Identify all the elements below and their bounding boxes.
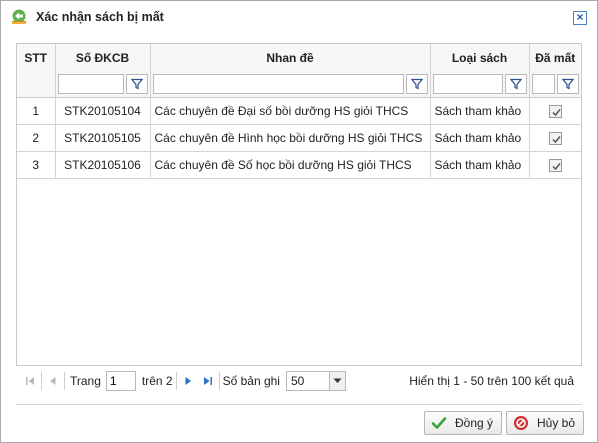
checkmark-icon: [552, 108, 561, 116]
lost-filter-button[interactable]: [557, 74, 579, 95]
column-header-lost[interactable]: Đã mất: [529, 44, 581, 72]
type-filter-input[interactable]: [432, 74, 503, 95]
title-filter-button[interactable]: [405, 74, 428, 95]
header-row: STT Số ĐKCB Nhan đề Loại sách Đã mất: [17, 44, 581, 72]
separator: [41, 371, 42, 390]
row-lost-cell: [529, 124, 581, 152]
first-page-icon[interactable]: [22, 373, 38, 389]
prev-page-icon[interactable]: [45, 373, 61, 389]
page-size-value: 50: [290, 373, 305, 388]
table-row[interactable]: 1 STK20105104 Các chuyên đề Đại số bồi d…: [17, 97, 581, 125]
table-row[interactable]: 2 STK20105105 Các chuyên đề Hình học bồi…: [17, 124, 581, 152]
dialog-title: Xác nhận sách bị mất: [36, 10, 164, 24]
page-size-select[interactable]: 50: [285, 370, 346, 391]
column-header-title[interactable]: Nhan đề: [150, 44, 431, 72]
filter-cell-code: [55, 72, 151, 98]
separator: [218, 371, 220, 390]
row-type: Sách tham khảo: [430, 124, 530, 152]
next-page-icon[interactable]: [180, 373, 196, 389]
filter-cell-title: [150, 72, 431, 98]
confirm-button[interactable]: Đồng ý: [424, 411, 503, 435]
filter-cell-type: [430, 72, 530, 98]
last-page-icon[interactable]: [200, 373, 216, 389]
lost-checkbox[interactable]: [548, 131, 562, 145]
checkmark-icon: [552, 135, 561, 143]
page-number-input[interactable]: [105, 370, 136, 391]
row-code: STK20105104: [55, 97, 151, 125]
row-stt: 3: [17, 151, 56, 179]
filter-icon: [410, 79, 423, 90]
checkmark-icon: [431, 415, 447, 431]
close-icon: ×: [576, 10, 584, 24]
book-grid: STT Số ĐKCB Nhan đề Loại sách Đã mất 1 S…: [16, 43, 582, 395]
row-title: Các chuyên đề Hình học bồi dưỡng HS giỏi…: [150, 124, 431, 152]
row-type: Sách tham khảo: [430, 151, 530, 179]
lost-book-dialog: Xác nhận sách bị mất × STT Số ĐKCB Nhan …: [0, 0, 598, 443]
filter-cell-stt: [17, 72, 56, 98]
dialog-titlebar: Xác nhận sách bị mất ×: [1, 1, 597, 33]
separator: [175, 371, 177, 390]
row-stt: 2: [17, 124, 56, 152]
code-filter-button[interactable]: [125, 74, 148, 95]
lost-checkbox[interactable]: [548, 104, 562, 118]
lost-filter-input[interactable]: [531, 74, 555, 95]
row-lost-cell: [529, 151, 581, 179]
column-header-code[interactable]: Số ĐKCB: [55, 44, 151, 72]
filter-icon: [509, 79, 522, 90]
row-lost-cell: [529, 97, 581, 125]
code-filter-input[interactable]: [57, 74, 124, 95]
cancel-label: Hủy bỏ: [537, 416, 576, 430]
column-header-type[interactable]: Loại sách: [430, 44, 530, 72]
row-title: Các chuyên đề Số học bồi dưỡng HS giỏi T…: [150, 151, 431, 179]
checkmark-icon: [552, 162, 561, 170]
lost-checkbox[interactable]: [548, 158, 562, 172]
pagination-bar: Trang trên 2 Số bản ghi 50 Hiển thị 1 - …: [16, 365, 582, 395]
row-type: Sách tham khảo: [430, 97, 530, 125]
filter-row: [17, 72, 581, 98]
page-size-label: Số bản ghi: [222, 373, 280, 388]
row-code: STK20105105: [55, 124, 151, 152]
cancel-icon: [513, 415, 529, 431]
cancel-button[interactable]: Hủy bỏ: [506, 411, 585, 435]
table-row[interactable]: 3 STK20105106 Các chuyên đề Số học bồi d…: [17, 151, 581, 179]
separator: [64, 371, 65, 390]
row-stt: 1: [17, 97, 56, 125]
type-filter-button[interactable]: [504, 74, 527, 95]
column-header-stt[interactable]: STT: [17, 44, 56, 72]
filter-icon: [562, 79, 574, 90]
footer-divider: [16, 404, 582, 405]
results-summary: Hiển thị 1 - 50 trên 100 kết quả: [409, 374, 574, 388]
row-title: Các chuyên đề Đại số bồi dưỡng HS giỏi T…: [150, 97, 431, 125]
filter-cell-lost: [529, 72, 581, 98]
page-total-label: trên 2: [141, 373, 173, 388]
page-label: Trang: [70, 373, 101, 388]
book-return-icon: [9, 8, 29, 26]
confirm-label: Đồng ý: [455, 416, 494, 430]
close-button[interactable]: ×: [573, 11, 587, 25]
row-code: STK20105106: [55, 151, 151, 179]
chevron-down-icon: [328, 371, 345, 390]
title-filter-input[interactable]: [152, 74, 404, 95]
filter-icon: [130, 79, 143, 90]
